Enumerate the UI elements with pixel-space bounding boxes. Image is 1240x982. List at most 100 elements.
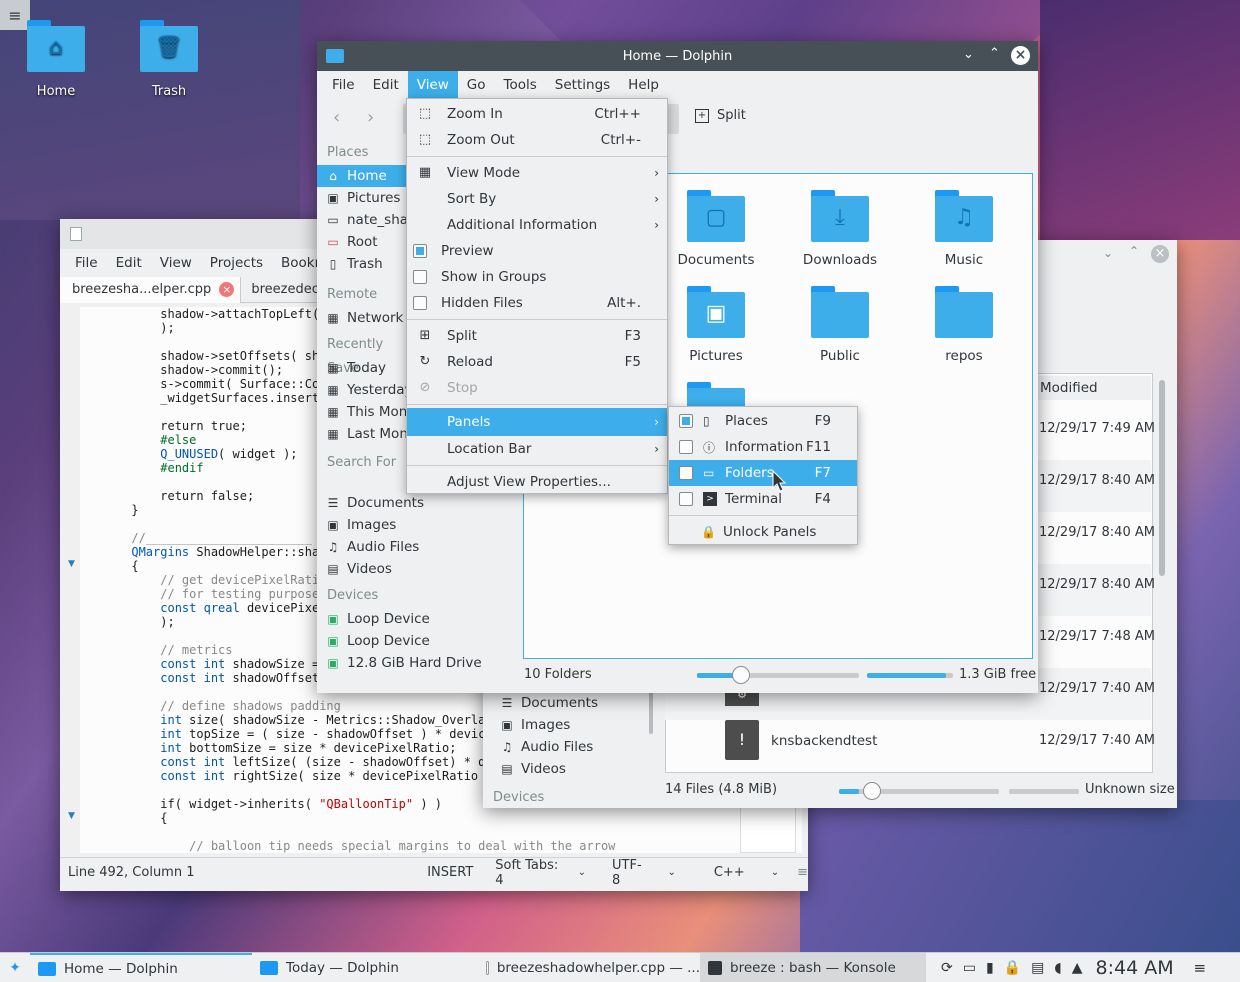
recent-this-month[interactable]: ▦ This Mont xyxy=(317,401,417,423)
folders-checkbox[interactable] xyxy=(679,466,693,480)
desktop-icon-trash[interactable]: 🗑 Trash xyxy=(124,20,214,99)
folder-public[interactable]: Public xyxy=(810,286,870,364)
close-window-icon[interactable]: × xyxy=(1011,46,1030,65)
menu-item-zoom-out[interactable]: ⬚ Zoom Out Ctrl+- xyxy=(407,127,667,153)
place-nate-share[interactable]: ▭ nate_shar xyxy=(317,209,417,231)
device-hard-drive[interactable]: ▣ 12.8 GiB Hard Drive xyxy=(317,652,517,674)
back-arrow-icon[interactable]: ‹ xyxy=(333,107,340,128)
menu-view[interactable]: View xyxy=(407,71,458,99)
place-network[interactable]: ▦ Network xyxy=(317,307,417,329)
menu-item-view-mode[interactable]: ▦ View Mode › xyxy=(407,160,667,186)
search-documents[interactable]: ☰ Documents xyxy=(491,692,651,714)
panel-item-information[interactable]: ⓘ Information F11 xyxy=(669,434,857,460)
search-images[interactable]: ▣ Images xyxy=(317,514,517,536)
app-launcher-icon[interactable]: ✦ xyxy=(0,960,30,976)
task-konsole[interactable]: breeze : bash — Konsole xyxy=(700,952,926,982)
folder-pictures[interactable]: ▣ Pictures xyxy=(686,286,746,364)
split-button[interactable]: + Split xyxy=(695,108,746,123)
folder-downloads[interactable]: ⤓ Downloads xyxy=(803,190,877,268)
search-audio[interactable]: ♫ Audio Files xyxy=(317,536,517,558)
menu-go[interactable]: Go xyxy=(458,71,495,99)
folder-partial[interactable] xyxy=(686,382,746,408)
menu-tools[interactable]: Tools xyxy=(495,71,546,99)
kate-menu-projects[interactable]: Projects xyxy=(201,249,272,277)
input-mode[interactable]: INSERT xyxy=(427,865,473,880)
menu-item-panels[interactable]: Panels › xyxy=(407,408,667,436)
place-root[interactable]: ▭ Root xyxy=(317,231,417,253)
search-audio[interactable]: ♫ Audio Files xyxy=(491,736,651,758)
menu-edit[interactable]: Edit xyxy=(364,71,408,99)
lock-icon[interactable]: 🔒 xyxy=(1004,960,1021,976)
preview-checkbox[interactable] xyxy=(413,244,427,258)
encoding[interactable]: UTF-8 xyxy=(612,858,649,888)
zoom-slider[interactable] xyxy=(839,782,999,800)
menu-item-reload[interactable]: ↻ Reload F5 xyxy=(407,349,667,375)
zoom-slider[interactable] xyxy=(697,666,859,684)
search-videos[interactable]: ▤ Videos xyxy=(317,558,517,580)
column-header-modified[interactable]: Modified xyxy=(1033,376,1151,400)
task-today-dolphin[interactable]: Today — Dolphin xyxy=(252,953,478,982)
kate-menu-file[interactable]: File xyxy=(66,249,107,277)
panel-item-terminal[interactable]: > Terminal F4 xyxy=(669,486,857,512)
menu-item-location-bar[interactable]: Location Bar › xyxy=(407,436,667,462)
indent-mode[interactable]: Soft Tabs: 4 xyxy=(495,858,569,888)
forward-arrow-icon[interactable]: › xyxy=(367,107,374,128)
place-home[interactable]: ⌂ Home xyxy=(317,165,417,187)
menu-item-sort-by[interactable]: Sort By › xyxy=(407,186,667,212)
chevron-down-icon[interactable]: ⌄ xyxy=(578,867,586,878)
menu-file[interactable]: File xyxy=(323,71,364,99)
menu-item-zoom-in[interactable]: ⬚ Zoom In Ctrl++ xyxy=(407,101,667,127)
fold-marker-icon[interactable]: ▼ xyxy=(68,559,75,569)
fold-marker-icon[interactable]: ▼ xyxy=(68,811,75,821)
terminal-checkbox[interactable] xyxy=(679,492,693,506)
task-home-dolphin[interactable]: Home — Dolphin xyxy=(30,952,252,982)
place-pictures[interactable]: ▣ Pictures xyxy=(317,187,417,209)
desktop-icon-home[interactable]: ⌂ Home xyxy=(11,20,101,99)
file-name[interactable]: knsbackendtest xyxy=(771,733,877,749)
menu-item-split[interactable]: ⊞ Split F3 xyxy=(407,323,667,349)
kate-menu-edit[interactable]: Edit xyxy=(107,249,151,277)
maximize-icon[interactable]: ⌃ xyxy=(989,46,1000,61)
device-loop-2[interactable]: ▣ Loop Device xyxy=(317,630,517,652)
scrollbar-handle[interactable] xyxy=(649,690,653,734)
search-images[interactable]: ▣ Images xyxy=(491,714,651,736)
folder-music[interactable]: ♫ Music xyxy=(934,190,994,268)
clock[interactable]: 8:44 AM xyxy=(1096,957,1190,979)
information-checkbox[interactable] xyxy=(679,440,693,454)
place-trash[interactable]: ▯ Trash xyxy=(317,253,417,275)
menu-help[interactable]: Help xyxy=(619,71,668,99)
recent-last-month[interactable]: ▦ Last Mont xyxy=(317,423,417,445)
menu-settings[interactable]: Settings xyxy=(546,71,619,99)
dolphin-titlebar[interactable]: Home — Dolphin ⌄ ⌃ × xyxy=(317,41,1038,71)
chevron-down-icon[interactable]: ⌄ xyxy=(667,867,675,878)
scrollbar-handle[interactable] xyxy=(1159,380,1165,576)
display-icon[interactable]: ▭ xyxy=(963,960,976,976)
menu-icon[interactable]: ≡ xyxy=(797,865,808,880)
update-icon[interactable]: ⟳ xyxy=(941,960,953,976)
expand-tray-icon[interactable]: ▲ xyxy=(1072,960,1083,976)
device-loop-1[interactable]: ▣ Loop Device xyxy=(317,608,517,630)
close-tab-icon[interactable]: × xyxy=(219,282,235,297)
search-documents[interactable]: ☰ Documents xyxy=(317,492,517,514)
hidden-files-checkbox[interactable] xyxy=(413,296,427,310)
minimap[interactable] xyxy=(740,807,796,853)
menu-item-hidden-files[interactable]: Hidden Files Alt+. xyxy=(407,290,667,316)
task-kate[interactable]: breezeshadowhelper.cpp — ... xyxy=(478,953,700,982)
chevron-down-icon[interactable]: ⌄ xyxy=(771,867,779,878)
close-window-icon[interactable]: × xyxy=(1151,245,1169,263)
menu-item-additional-info[interactable]: Additional Information › xyxy=(407,212,667,238)
volume-icon[interactable]: ◖ xyxy=(1054,960,1061,976)
cursor-position[interactable]: Line 492, Column 1 xyxy=(68,865,423,880)
battery-icon[interactable]: ▮ xyxy=(986,960,994,976)
slider-handle[interactable] xyxy=(731,666,750,684)
search-videos[interactable]: ▤ Videos xyxy=(491,758,651,780)
folder-repos[interactable]: repos xyxy=(934,286,994,364)
syntax-mode[interactable]: C++ xyxy=(714,865,745,880)
menu-item-adjust-view[interactable]: Adjust View Properties... xyxy=(407,469,667,495)
menu-item-show-in-groups[interactable]: Show in Groups xyxy=(407,264,667,290)
kate-menu-view[interactable]: View xyxy=(151,249,201,277)
minimize-icon[interactable]: ⌄ xyxy=(1103,246,1113,260)
recent-yesterday[interactable]: ▦ Yesterday xyxy=(317,379,417,401)
folder-documents[interactable]: ▢ Documents xyxy=(678,190,754,268)
maximize-icon[interactable]: ⌃ xyxy=(1129,244,1139,258)
